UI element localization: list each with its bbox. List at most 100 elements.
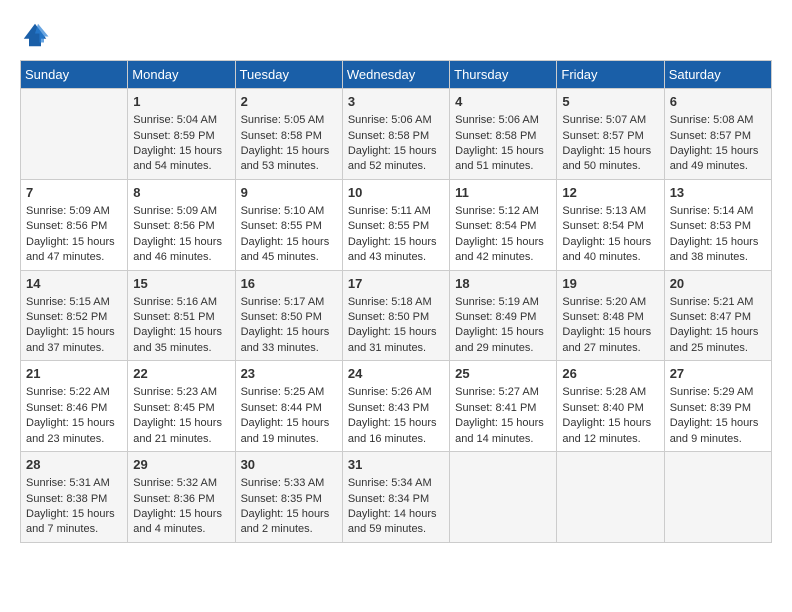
day-info: and 9 minutes. [670, 432, 766, 447]
day-info: and 33 minutes. [241, 341, 337, 356]
day-number: 18 [455, 275, 551, 293]
day-info: Daylight: 15 hours [26, 416, 122, 431]
day-info: Sunrise: 5:27 AM [455, 385, 551, 400]
day-info: Sunset: 8:50 PM [348, 310, 444, 325]
day-number: 15 [133, 275, 229, 293]
week-row-3: 14Sunrise: 5:15 AMSunset: 8:52 PMDayligh… [21, 270, 772, 361]
day-info: and 50 minutes. [562, 159, 658, 174]
day-info: Sunrise: 5:04 AM [133, 113, 229, 128]
day-header-tuesday: Tuesday [235, 61, 342, 89]
day-number: 19 [562, 275, 658, 293]
day-info: Sunset: 8:46 PM [26, 401, 122, 416]
calendar-cell: 21Sunrise: 5:22 AMSunset: 8:46 PMDayligh… [21, 361, 128, 452]
day-info: Daylight: 15 hours [133, 235, 229, 250]
day-info: Sunrise: 5:26 AM [348, 385, 444, 400]
day-number: 9 [241, 184, 337, 202]
day-info: Sunrise: 5:32 AM [133, 476, 229, 491]
calendar-cell [21, 89, 128, 180]
day-info: and 19 minutes. [241, 432, 337, 447]
day-info: Daylight: 15 hours [562, 144, 658, 159]
day-number: 10 [348, 184, 444, 202]
day-header-wednesday: Wednesday [342, 61, 449, 89]
day-info: and 49 minutes. [670, 159, 766, 174]
day-number: 8 [133, 184, 229, 202]
day-info: Daylight: 14 hours [348, 507, 444, 522]
day-info: Sunset: 8:57 PM [562, 129, 658, 144]
day-info: Daylight: 15 hours [241, 144, 337, 159]
day-number: 20 [670, 275, 766, 293]
day-number: 3 [348, 93, 444, 111]
day-number: 24 [348, 365, 444, 383]
day-number: 17 [348, 275, 444, 293]
day-info: Sunrise: 5:25 AM [241, 385, 337, 400]
day-number: 6 [670, 93, 766, 111]
day-info: and 31 minutes. [348, 341, 444, 356]
calendar-cell: 5Sunrise: 5:07 AMSunset: 8:57 PMDaylight… [557, 89, 664, 180]
day-header-friday: Friday [557, 61, 664, 89]
calendar-header: SundayMondayTuesdayWednesdayThursdayFrid… [21, 61, 772, 89]
day-info: Sunrise: 5:19 AM [455, 295, 551, 310]
calendar-cell: 10Sunrise: 5:11 AMSunset: 8:55 PMDayligh… [342, 179, 449, 270]
day-info: and 16 minutes. [348, 432, 444, 447]
day-number: 11 [455, 184, 551, 202]
day-info: and 14 minutes. [455, 432, 551, 447]
day-info: and 25 minutes. [670, 341, 766, 356]
day-info: Sunrise: 5:31 AM [26, 476, 122, 491]
day-number: 23 [241, 365, 337, 383]
day-info: Sunrise: 5:06 AM [455, 113, 551, 128]
day-info: and 54 minutes. [133, 159, 229, 174]
day-info: Sunrise: 5:07 AM [562, 113, 658, 128]
day-info: Sunrise: 5:34 AM [348, 476, 444, 491]
day-info: Sunset: 8:43 PM [348, 401, 444, 416]
day-info: Daylight: 15 hours [133, 325, 229, 340]
week-row-2: 7Sunrise: 5:09 AMSunset: 8:56 PMDaylight… [21, 179, 772, 270]
day-info: Daylight: 15 hours [26, 325, 122, 340]
day-info: Daylight: 15 hours [26, 235, 122, 250]
day-info: Daylight: 15 hours [562, 235, 658, 250]
day-info: and 51 minutes. [455, 159, 551, 174]
day-number: 14 [26, 275, 122, 293]
week-row-4: 21Sunrise: 5:22 AMSunset: 8:46 PMDayligh… [21, 361, 772, 452]
day-info: Sunrise: 5:20 AM [562, 295, 658, 310]
day-info: Sunset: 8:54 PM [455, 219, 551, 234]
calendar-body: 1Sunrise: 5:04 AMSunset: 8:59 PMDaylight… [21, 89, 772, 543]
day-info: Sunset: 8:34 PM [348, 492, 444, 507]
calendar-cell: 25Sunrise: 5:27 AMSunset: 8:41 PMDayligh… [450, 361, 557, 452]
day-info: Sunrise: 5:11 AM [348, 204, 444, 219]
day-number: 13 [670, 184, 766, 202]
calendar-cell: 6Sunrise: 5:08 AMSunset: 8:57 PMDaylight… [664, 89, 771, 180]
day-number: 16 [241, 275, 337, 293]
day-info: Daylight: 15 hours [241, 507, 337, 522]
day-info: Sunset: 8:48 PM [562, 310, 658, 325]
day-info: Sunset: 8:35 PM [241, 492, 337, 507]
day-info: and 53 minutes. [241, 159, 337, 174]
day-info: Sunset: 8:58 PM [348, 129, 444, 144]
day-header-saturday: Saturday [664, 61, 771, 89]
day-info: Sunrise: 5:15 AM [26, 295, 122, 310]
calendar-cell [664, 452, 771, 543]
calendar-cell: 24Sunrise: 5:26 AMSunset: 8:43 PMDayligh… [342, 361, 449, 452]
day-info: Sunrise: 5:09 AM [133, 204, 229, 219]
day-info: Sunset: 8:45 PM [133, 401, 229, 416]
day-info: Sunset: 8:50 PM [241, 310, 337, 325]
day-info: Sunset: 8:51 PM [133, 310, 229, 325]
day-info: Sunrise: 5:10 AM [241, 204, 337, 219]
week-row-5: 28Sunrise: 5:31 AMSunset: 8:38 PMDayligh… [21, 452, 772, 543]
day-number: 12 [562, 184, 658, 202]
calendar-cell: 20Sunrise: 5:21 AMSunset: 8:47 PMDayligh… [664, 270, 771, 361]
day-info: and 40 minutes. [562, 250, 658, 265]
day-number: 1 [133, 93, 229, 111]
day-info: Sunrise: 5:12 AM [455, 204, 551, 219]
day-info: Sunrise: 5:05 AM [241, 113, 337, 128]
calendar-cell: 16Sunrise: 5:17 AMSunset: 8:50 PMDayligh… [235, 270, 342, 361]
day-info: Daylight: 15 hours [133, 416, 229, 431]
calendar-cell: 3Sunrise: 5:06 AMSunset: 8:58 PMDaylight… [342, 89, 449, 180]
day-info: Daylight: 15 hours [348, 235, 444, 250]
day-info: Sunset: 8:52 PM [26, 310, 122, 325]
calendar-cell: 15Sunrise: 5:16 AMSunset: 8:51 PMDayligh… [128, 270, 235, 361]
day-number: 30 [241, 456, 337, 474]
day-number: 4 [455, 93, 551, 111]
day-info: and 27 minutes. [562, 341, 658, 356]
calendar-cell: 29Sunrise: 5:32 AMSunset: 8:36 PMDayligh… [128, 452, 235, 543]
day-info: Sunrise: 5:23 AM [133, 385, 229, 400]
